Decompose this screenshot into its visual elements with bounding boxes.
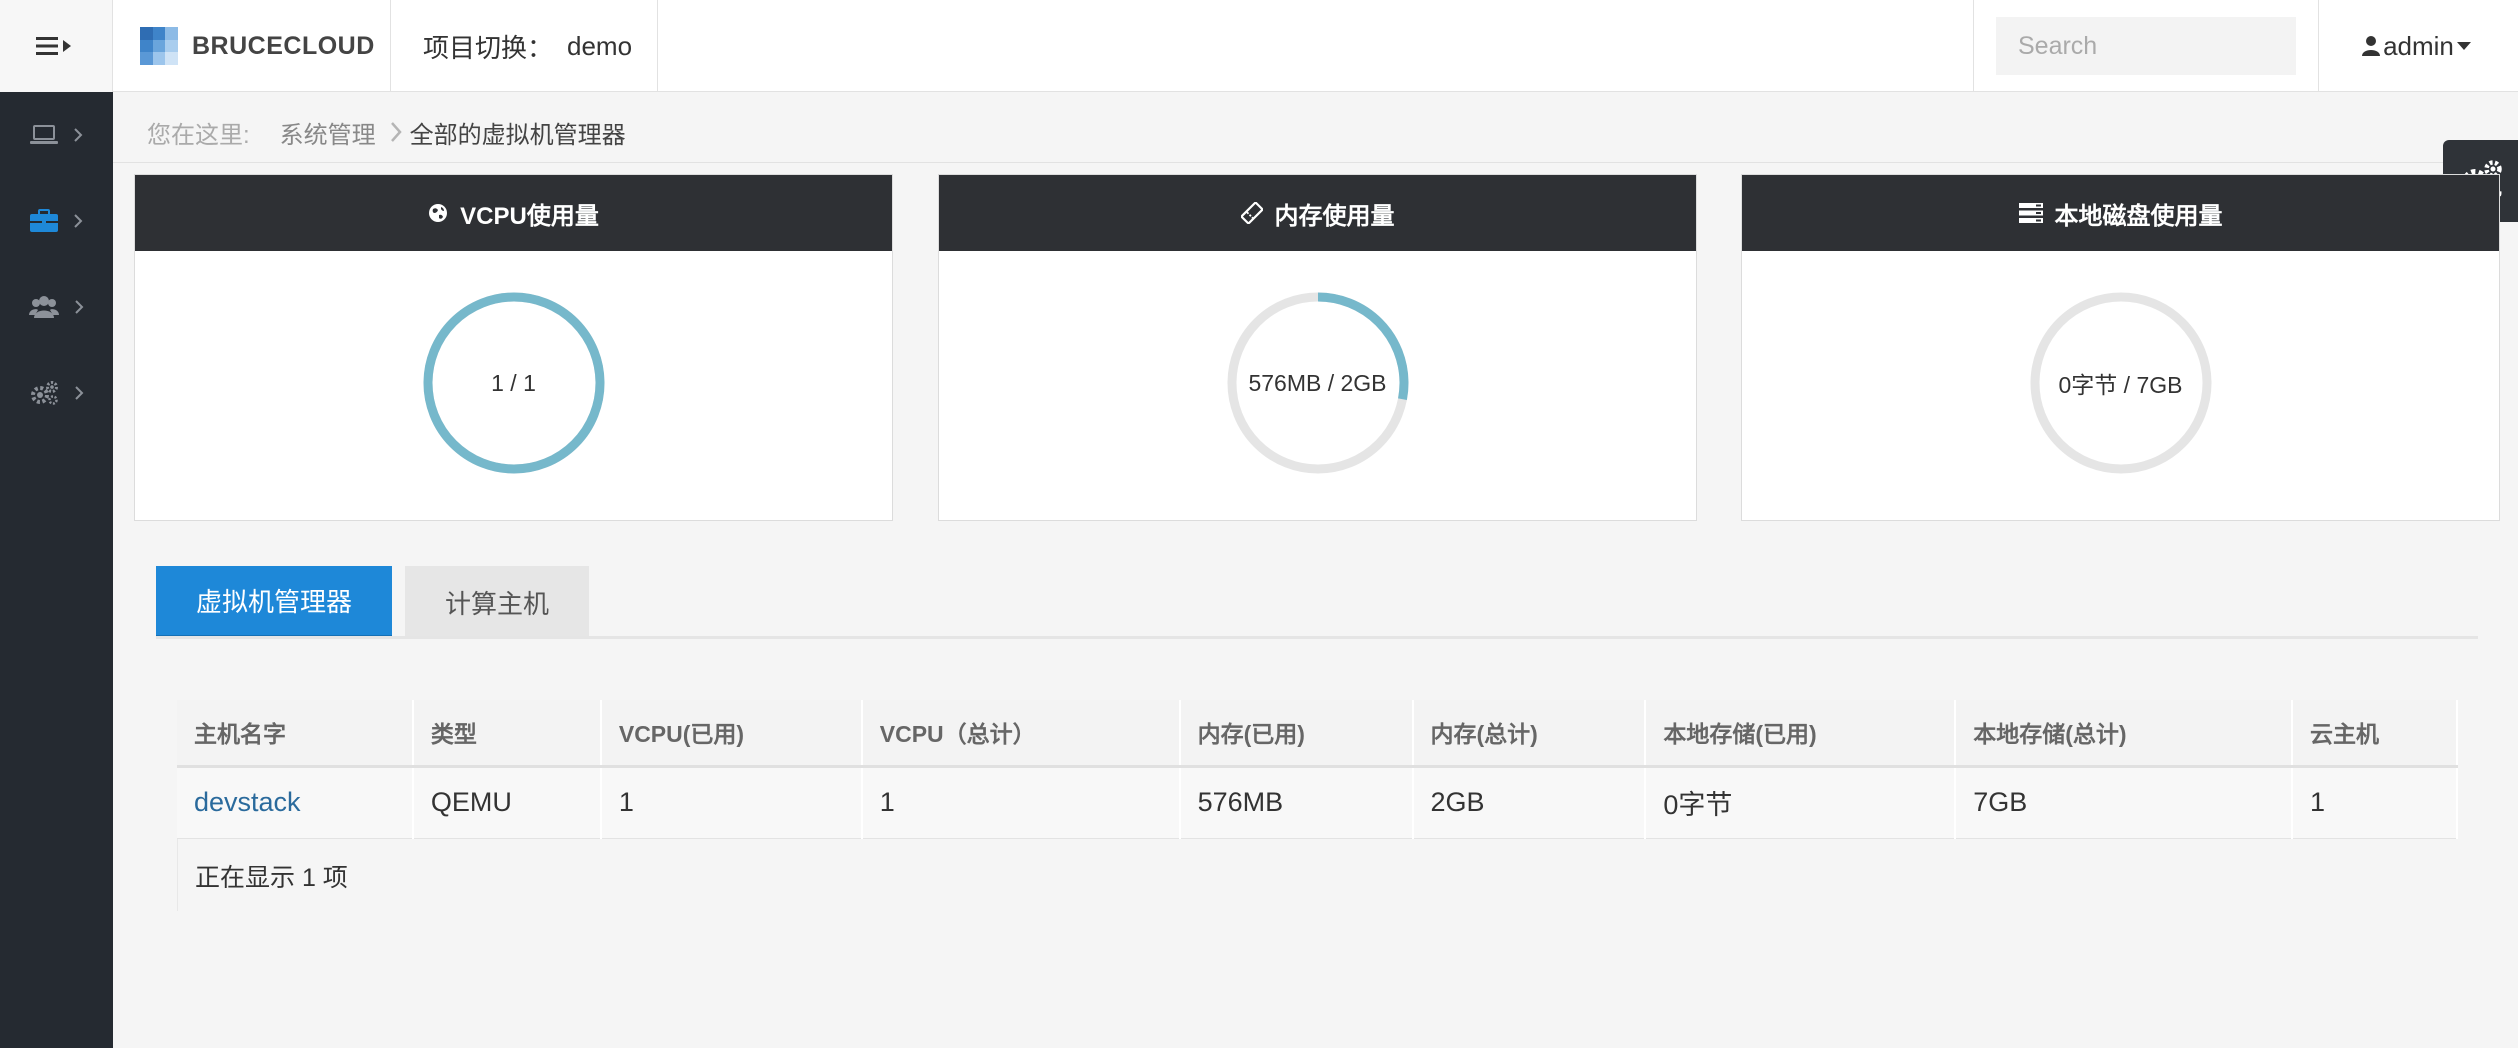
column-header-storage-total[interactable]: 本地存储(总计) xyxy=(1955,700,2294,768)
tab-underline xyxy=(156,636,2478,639)
table-item-count: 正在显示 1 项 xyxy=(177,838,2458,911)
menu-toggle-icon xyxy=(36,37,71,55)
table-cell-storage-total: 7GB xyxy=(1955,766,2294,839)
column-header-memory-total[interactable]: 内存(总计) xyxy=(1412,700,1647,768)
column-header-type[interactable]: 类型 xyxy=(412,700,602,768)
gears-icon xyxy=(31,381,58,405)
sidebar-item-compute[interactable] xyxy=(0,92,113,178)
chevron-right-icon xyxy=(75,386,84,400)
card-header: 本地磁盘使用量 xyxy=(1742,175,2499,251)
card-header: 内存使用量 xyxy=(939,175,1696,251)
memory-gauge: 576MB / 2GB xyxy=(1226,291,1410,475)
search-container xyxy=(1973,0,2319,92)
column-header-hostname[interactable]: 主机名字 xyxy=(177,700,414,768)
breadcrumb: 您在这里: 系统管理 全部的虚拟机管理器 xyxy=(147,115,626,149)
project-switcher[interactable]: 项目切换： demo xyxy=(391,0,658,92)
card-header: VCPU使用量 xyxy=(135,175,892,251)
tab-bar: 虚拟机管理器 计算主机 xyxy=(156,566,602,638)
card-title: 内存使用量 xyxy=(1274,202,1395,230)
globe-icon xyxy=(429,204,448,222)
briefcase-icon xyxy=(30,209,58,232)
tab-hypervisors[interactable]: 虚拟机管理器 xyxy=(156,566,392,638)
breadcrumb-section-link[interactable]: 系统管理 xyxy=(280,115,376,150)
users-icon xyxy=(29,296,59,318)
project-name: demo xyxy=(567,30,633,61)
table-header-row: 主机名字 类型 VCPU(已用) VCPU（总计） 内存(已用) 内存(总计) … xyxy=(177,700,2458,768)
brucecloud-logo-icon xyxy=(140,27,178,65)
chevron-right-icon xyxy=(75,300,84,314)
chevron-right-icon xyxy=(74,214,83,228)
sidebar-item-settings[interactable] xyxy=(0,350,113,436)
card-body: 1 / 1 xyxy=(135,251,892,521)
column-header-instances[interactable]: 云主机 xyxy=(2292,700,2458,768)
column-header-memory-used[interactable]: 内存(已用) xyxy=(1179,700,1414,768)
gauge-value: 1 / 1 xyxy=(491,369,536,396)
gauge-value: 576MB / 2GB xyxy=(1248,369,1387,396)
vcpu-gauge: 1 / 1 xyxy=(422,291,606,475)
table-cell-memory-total: 2GB xyxy=(1412,766,1647,839)
laptop-icon xyxy=(30,125,58,144)
table-cell-storage-used: 0字节 xyxy=(1645,766,1957,839)
user-menu[interactable]: admin xyxy=(2319,0,2518,92)
table-cell-vcpu-total: 1 xyxy=(861,766,1181,839)
ticket-icon xyxy=(1240,202,1263,224)
memory-usage-card: 内存使用量 576MB / 2GB xyxy=(938,174,1697,521)
chevron-right-icon xyxy=(74,128,83,142)
project-switch-label: 项目切换： xyxy=(423,32,554,63)
caret-down-icon xyxy=(2456,42,2471,50)
breadcrumb-divider xyxy=(113,162,2518,163)
table-cell-hostname: devstack xyxy=(177,766,414,839)
column-header-storage-used[interactable]: 本地存储(已用) xyxy=(1645,700,1957,768)
hostname-link[interactable]: devstack xyxy=(194,787,301,817)
sidebar-item-identity[interactable] xyxy=(0,264,113,350)
sidebar xyxy=(0,92,113,1048)
column-header-vcpu-used[interactable]: VCPU(已用) xyxy=(600,700,863,768)
gauge-value: 0字节 / 7GB xyxy=(2058,372,2183,398)
user-icon xyxy=(2362,36,2381,56)
table-cell-instances: 1 xyxy=(2292,766,2458,839)
sidebar-item-admin[interactable] xyxy=(0,178,113,264)
top-navbar: BRUCECLOUD 项目切换： demo admin xyxy=(0,0,2518,92)
hypervisor-table: 主机名字 类型 VCPU(已用) VCPU（总计） 内存(已用) 内存(总计) … xyxy=(177,700,2458,911)
breadcrumb-separator-icon xyxy=(390,121,402,143)
username: admin xyxy=(2383,30,2454,61)
vcpu-usage-card: VCPU使用量 1 / 1 xyxy=(134,174,893,521)
card-title: VCPU使用量 xyxy=(460,202,599,230)
server-icon xyxy=(2018,203,2043,223)
breadcrumb-prefix: 您在这里: xyxy=(147,121,250,149)
tab-compute-hosts[interactable]: 计算主机 xyxy=(405,566,589,638)
column-header-vcpu-total[interactable]: VCPU（总计） xyxy=(861,700,1181,768)
disk-gauge: 0字节 / 7GB xyxy=(2029,291,2213,475)
table-row: devstack QEMU 1 1 576MB 2GB 0字节 7GB 1 xyxy=(177,766,2458,839)
table-cell-type: QEMU xyxy=(412,766,602,839)
table-cell-memory-used: 576MB xyxy=(1179,766,1414,839)
card-title: 本地磁盘使用量 xyxy=(2054,202,2223,230)
sidebar-toggle-button[interactable] xyxy=(0,0,113,92)
breadcrumb-current: 全部的虚拟机管理器 xyxy=(409,121,626,149)
card-body: 576MB / 2GB xyxy=(939,251,1696,521)
disk-usage-card: 本地磁盘使用量 0字节 / 7GB xyxy=(1741,174,2500,521)
table-cell-vcpu-used: 1 xyxy=(600,766,863,839)
search-input[interactable] xyxy=(1996,17,2296,75)
brand[interactable]: BRUCECLOUD xyxy=(113,0,391,92)
card-body: 0字节 / 7GB xyxy=(1742,251,2499,521)
brand-name: BRUCECLOUD xyxy=(192,31,375,60)
